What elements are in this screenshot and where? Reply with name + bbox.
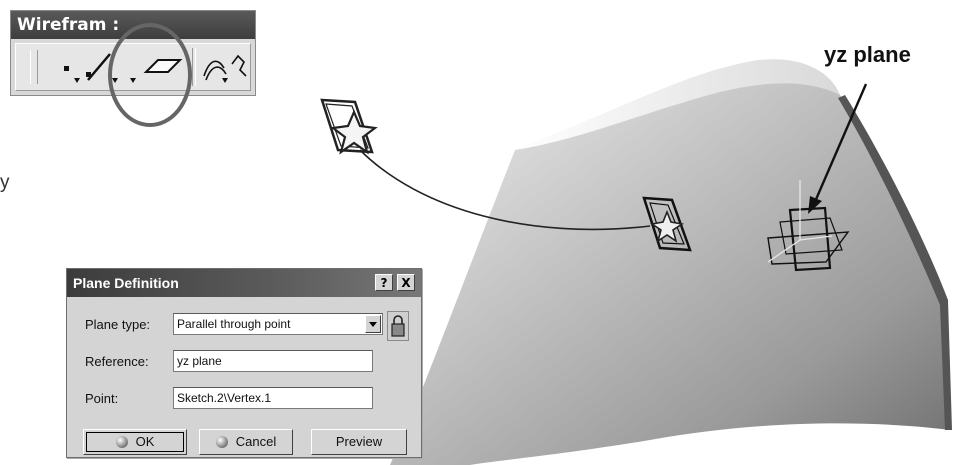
highlight-circle bbox=[108, 23, 192, 127]
reference-label: Reference: bbox=[85, 354, 149, 369]
cancel-label: Cancel bbox=[235, 434, 277, 449]
preview-button[interactable]: Preview bbox=[311, 429, 407, 455]
plane-type-value: Parallel through point bbox=[177, 317, 291, 331]
reference-field[interactable]: yz plane bbox=[173, 350, 373, 372]
point-icon[interactable] bbox=[54, 48, 82, 86]
stray-text: y bbox=[0, 172, 10, 193]
yz-plane-callout: yz plane bbox=[824, 42, 911, 67]
cancel-button[interactable]: Cancel bbox=[199, 429, 293, 455]
lock-icon[interactable] bbox=[387, 311, 409, 341]
plane-type-select[interactable]: Parallel through point bbox=[173, 313, 383, 335]
point-field[interactable]: Sketch.2\Vertex.1 bbox=[173, 387, 373, 409]
curve-icon[interactable] bbox=[200, 48, 250, 86]
plane-definition-dialog: Plane Definition ? X Plane type: Paralle… bbox=[66, 268, 422, 458]
close-button[interactable]: X bbox=[397, 274, 415, 291]
cancel-icon bbox=[215, 436, 228, 448]
ok-button[interactable]: OK bbox=[83, 429, 187, 455]
point-label: Point: bbox=[85, 391, 119, 406]
toolbar-grip[interactable] bbox=[30, 50, 38, 84]
help-button[interactable]: ? bbox=[375, 274, 393, 291]
ok-label: OK bbox=[135, 434, 155, 449]
dialog-title: Plane Definition bbox=[67, 269, 421, 297]
chevron-down-icon[interactable] bbox=[365, 315, 381, 333]
plane-type-label: Plane type: bbox=[85, 317, 151, 332]
surface-body bbox=[390, 59, 950, 465]
ok-icon bbox=[115, 436, 128, 448]
